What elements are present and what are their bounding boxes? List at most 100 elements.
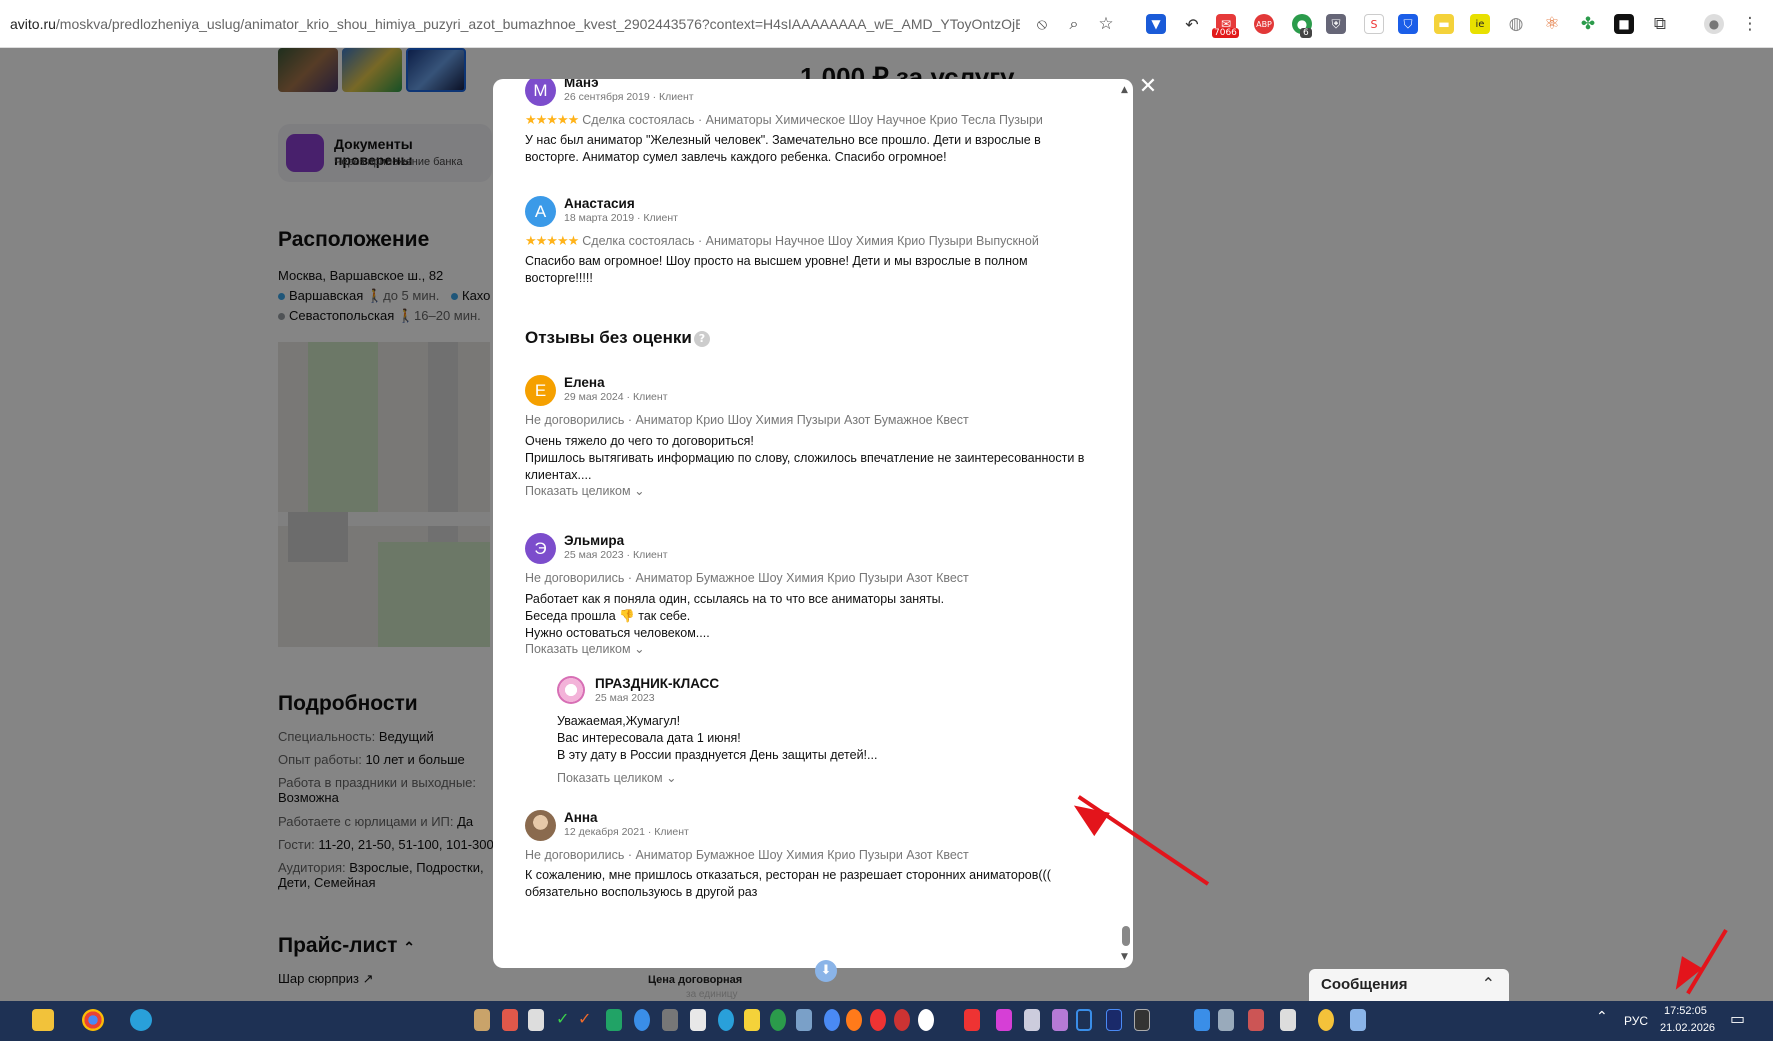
browser-menu-icon[interactable]: ⋮ [1740, 14, 1760, 34]
taskbar-app-icon[interactable] [474, 1009, 490, 1031]
rating-stars: ★★★★★ [525, 233, 579, 248]
profile-avatar-icon[interactable]: ● [1704, 14, 1724, 34]
zoom-icon[interactable]: ⌕ [1064, 14, 1084, 34]
clock-date[interactable]: 21.02.2026 [1660, 1022, 1715, 1034]
review-text: К сожалению, мне пришлось отказаться, ре… [525, 868, 1051, 899]
notes-extension-icon[interactable]: ▬ [1434, 14, 1454, 34]
price-unit: за единицу [686, 989, 738, 1000]
reviews-modal: М Манэ 26 сентября 2019 · Клиент ★★★★★ Сд… [493, 79, 1133, 968]
snipping-icon[interactable] [1076, 1009, 1092, 1031]
file-explorer-icon[interactable] [32, 1009, 54, 1031]
puzzle-extension-icon[interactable]: ✤ [1578, 14, 1598, 34]
review-deal: Не договорились · Аниматор Бумажное Шоу … [525, 848, 969, 862]
terminal-icon[interactable] [1134, 1009, 1150, 1031]
review-deal: ★★★★★ Сделка состоялась · Аниматоры Химич… [525, 112, 1043, 127]
molecule-extension-icon[interactable]: ⚛ [1542, 14, 1562, 34]
shield-extension-icon[interactable]: ⛨ [1326, 14, 1346, 34]
messages-label: Сообщения [1321, 976, 1408, 993]
chevron-up-icon[interactable]: ⌃ [1596, 1009, 1612, 1031]
bookmark-star-icon[interactable]: ☆ [1096, 14, 1116, 34]
seo-extension-icon[interactable]: S [1364, 14, 1384, 34]
scroll-up-icon[interactable]: ▲ [1121, 85, 1128, 95]
scroll-down-icon[interactable]: ▼ [1121, 952, 1128, 962]
yandex-icon[interactable] [918, 1009, 934, 1031]
review-deal: Не договорились · Аниматор Крио Шоу Хими… [525, 413, 969, 427]
help-icon[interactable]: ? [694, 331, 710, 347]
url-field[interactable]: avito.ru/moskva/predlozheniya_uslug/anim… [10, 16, 1020, 32]
location-off-icon[interactable]: ⦸ [1032, 14, 1052, 34]
taskbar-app-icon[interactable] [744, 1009, 760, 1031]
firefox-icon[interactable] [846, 1009, 862, 1031]
show-full-link[interactable]: Показать целиком ⌄ [525, 641, 645, 656]
show-full-link[interactable]: Показать целиком ⌄ [525, 483, 645, 498]
opera-icon[interactable] [894, 1009, 910, 1031]
review-meta: 12 декабря 2021 · Клиент [564, 826, 689, 838]
taskbar-app-icon[interactable] [1248, 1009, 1264, 1031]
seller-name: ПРАЗДНИК-КЛАСС [595, 676, 720, 691]
review-text: Спасибо вам огромное! Шоу просто на высш… [525, 254, 1028, 285]
chrome-icon[interactable] [824, 1009, 840, 1031]
taskbar-app-icon[interactable] [502, 1009, 518, 1031]
clock-time[interactable]: 17:52:05 [1664, 1005, 1707, 1017]
taskbar-app-icon[interactable] [1218, 1009, 1234, 1031]
avatar [525, 810, 556, 841]
reviewer-name: Эльмира [564, 533, 625, 548]
recycle-bin-icon[interactable] [1350, 1009, 1366, 1031]
review-deal: ★★★★★ Сделка состоялась · Аниматоры Научн… [525, 233, 1039, 248]
excel-icon[interactable] [606, 1009, 622, 1031]
language-indicator[interactable]: РУС [1624, 1014, 1648, 1028]
opera-icon[interactable] [870, 1009, 886, 1031]
reviewer-name: Анастасия [564, 196, 635, 211]
dark-extension-icon[interactable]: ■ [1614, 14, 1634, 34]
rating-stars: ★★★★★ [525, 112, 579, 127]
taskbar-app-icon[interactable] [634, 1009, 650, 1031]
price-label: Цена договорная [648, 974, 743, 986]
show-full-link[interactable]: Показать целиком ⌄ [557, 770, 677, 785]
taskbar-app-icon[interactable] [964, 1009, 980, 1031]
security-shield-icon[interactable]: ⛉ [1398, 14, 1418, 34]
taskbar-app-icon[interactable] [1280, 1009, 1296, 1031]
photoshop-icon[interactable] [1106, 1009, 1122, 1031]
taskbar-app-icon[interactable] [1052, 1009, 1068, 1031]
notifications-icon[interactable]: ▭ [1730, 1009, 1748, 1031]
reply-text: Уважаемая,Жумагул! Вас интересовала дата… [557, 714, 878, 762]
avatar: Э [525, 533, 556, 564]
review-meta: 25 мая 2023 · Клиент [564, 549, 668, 561]
taskbar-app-icon[interactable] [662, 1009, 678, 1031]
messages-widget[interactable]: Сообщения ⌃ [1309, 969, 1509, 1001]
chrome-icon[interactable] [82, 1009, 104, 1031]
taskbar-app-icon[interactable] [1194, 1009, 1210, 1031]
reviewer-name: Елена [564, 375, 605, 390]
green-extension-badge: 6 [1300, 28, 1312, 38]
adblock-icon[interactable]: ABP [1254, 14, 1274, 34]
download-icon[interactable]: ⬇ [815, 960, 837, 982]
taskbar-app-icon[interactable] [528, 1009, 544, 1031]
taskbar-app-icon[interactable] [996, 1009, 1012, 1031]
taskbar-app-icon[interactable] [770, 1009, 786, 1031]
no-rating-heading: Отзывы без оценки [525, 328, 692, 347]
chevron-up-icon[interactable]: ⌃ [1482, 974, 1495, 993]
url-host: avito.ru [10, 15, 56, 32]
close-icon[interactable]: ✕ [1137, 76, 1159, 98]
reply-extension-icon[interactable]: ↶ [1182, 14, 1202, 34]
reply-date: 25 мая 2023 [595, 692, 655, 704]
url-path: /moskva/predlozheniya_uslug/animator_kri… [55, 15, 1020, 32]
vpn-extension-icon[interactable]: ▼ [1146, 14, 1166, 34]
avatar: Е [525, 375, 556, 406]
taskbar-app-icon[interactable] [796, 1009, 812, 1031]
ie-extension-icon[interactable]: ie [1470, 14, 1490, 34]
telegram-icon[interactable] [130, 1009, 152, 1031]
check-icon[interactable]: ✓ [556, 1009, 572, 1031]
taskbar-app-icon[interactable] [690, 1009, 706, 1031]
reviewer-name: Анна [564, 810, 598, 825]
telegram-icon[interactable] [718, 1009, 734, 1031]
extensions-icon[interactable]: ⧉ [1650, 14, 1670, 34]
taskbar-app-icon[interactable] [1024, 1009, 1040, 1031]
review-meta: 29 мая 2024 · Клиент [564, 391, 668, 403]
scrollbar-thumb[interactable] [1122, 926, 1130, 946]
globe-extension-icon[interactable]: ◍ [1506, 14, 1526, 34]
taskbar-app-icon[interactable] [1318, 1009, 1334, 1031]
check-icon[interactable]: ✓ [578, 1009, 594, 1031]
review-meta: 18 марта 2019 · Клиент [564, 212, 678, 224]
seller-logo [557, 676, 585, 704]
